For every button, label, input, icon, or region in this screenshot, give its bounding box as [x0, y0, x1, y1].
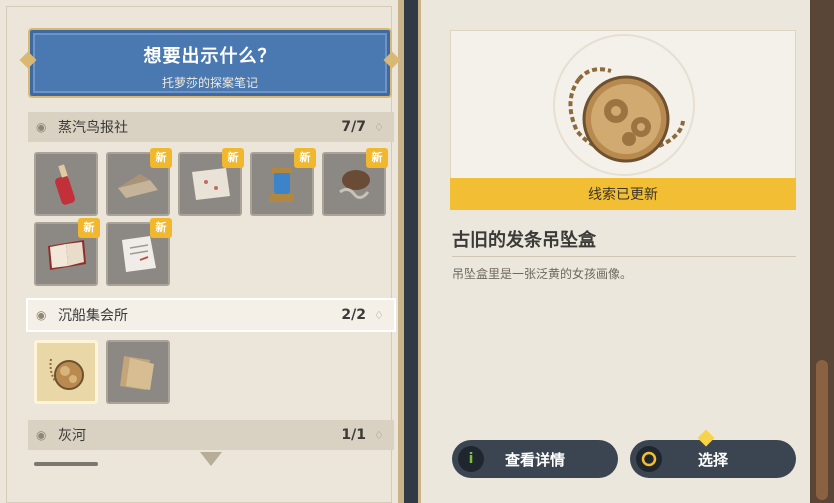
frame-edge-decoration: [810, 0, 834, 503]
collapse-icon: ♢: [374, 120, 384, 134]
select-label: 选择: [697, 450, 728, 469]
category-name: 灰河: [58, 428, 86, 444]
divider: [452, 256, 796, 257]
location-pin-icon: ◉: [36, 428, 47, 442]
collapse-icon: ♢: [374, 308, 384, 322]
lantern-icon: [270, 168, 294, 202]
new-badge: 新: [150, 218, 172, 238]
prompt-banner: 想要出示什么？ 托萝莎的探案笔记: [19, 28, 401, 98]
category-count: 7/7: [341, 119, 366, 135]
new-badge: 新: [366, 148, 388, 168]
collapse-icon: ♢: [374, 428, 384, 442]
map-paper-icon: [192, 168, 230, 200]
item-folded-papers[interactable]: [106, 340, 170, 404]
scroll-indicator: [34, 462, 98, 466]
location-pin-icon: ◉: [36, 308, 47, 322]
info-key-glyph: i: [468, 451, 474, 467]
clue-description: 吊坠盒里是一张泛黄的女孩画像。: [452, 267, 633, 281]
letter-icon: [122, 236, 156, 272]
item-notebook[interactable]: 新: [34, 218, 100, 286]
item-map-paper[interactable]: 新: [178, 148, 244, 216]
category-header-grey-river[interactable]: ◉ 灰河 1/1 ♢: [28, 420, 394, 450]
new-badge: 新: [78, 218, 100, 238]
item-letter[interactable]: 新: [106, 218, 172, 286]
banner-title: 想要出示什么？: [143, 46, 277, 67]
select-button[interactable]: 选择: [630, 440, 796, 478]
item-lantern[interactable]: 新: [250, 148, 316, 216]
category-header-steambird[interactable]: ◉ 蒸汽鸟报社 7/7 ♢: [28, 112, 394, 142]
item-pocket-watch-locket[interactable]: [34, 340, 98, 404]
notebook-icon: [48, 240, 86, 270]
new-badge: 新: [222, 148, 244, 168]
clue-status-bar: 线索已更新: [450, 178, 796, 210]
item-red-bottle[interactable]: [34, 152, 98, 216]
mechanical-part-icon: [339, 170, 370, 199]
pocket-watch-locket-illustration: [553, 34, 695, 176]
info-key-icon: i: [458, 446, 484, 472]
category-name: 蒸汽鸟报社: [58, 120, 128, 136]
clue-title: 古旧的发条吊坠盒: [452, 230, 596, 251]
view-details-label: 查看详情: [504, 450, 565, 469]
pocket-watch-icon: [49, 358, 84, 390]
view-details-button[interactable]: i 查看详情: [452, 440, 618, 478]
folded-papers-icon: [120, 356, 154, 390]
red-bottle-icon: [55, 164, 75, 205]
location-pin-icon: ◉: [36, 120, 47, 134]
category-count: 1/1: [341, 427, 366, 443]
confirm-key-icon: [636, 446, 662, 472]
category-header-shipwreck-gathering[interactable]: ◉ 沉船集会所 2/2 ♢: [26, 298, 396, 332]
item-envelope[interactable]: 新: [106, 148, 172, 216]
item-mechanical-part[interactable]: 新: [322, 148, 388, 216]
evidence-list-panel: 想要出示什么？ 托萝莎的探案笔记 ◉ 蒸汽鸟报社 7/7 ♢ 新 新 新 新 新…: [0, 0, 404, 503]
new-badge: 新: [150, 148, 172, 168]
chevron-down-icon[interactable]: [200, 452, 222, 466]
banner-subtitle: 托萝莎的探案笔记: [161, 76, 258, 90]
category-count: 2/2: [341, 307, 366, 323]
new-badge: 新: [294, 148, 316, 168]
category-name: 沉船集会所: [58, 308, 128, 324]
envelope-icon: [118, 174, 158, 198]
